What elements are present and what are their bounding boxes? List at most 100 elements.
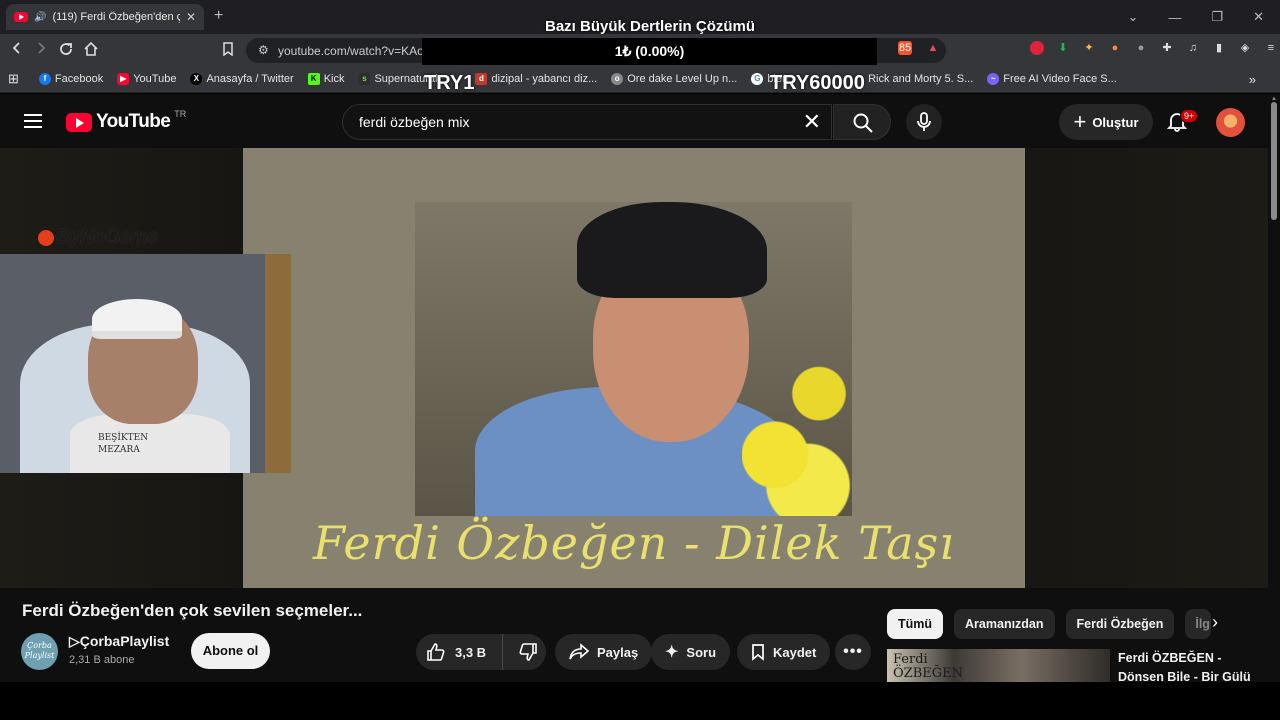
bookmark-icon (752, 644, 764, 661)
page-scrollbar[interactable]: ▲ (1268, 94, 1280, 682)
youtube-logo[interactable]: YouTube TR (66, 109, 187, 133)
ask-button[interactable]: ✦ Soru (651, 634, 731, 670)
level-up-icon: o (611, 73, 624, 85)
channel-name[interactable]: ▷ÇorbaPlaylist (69, 633, 169, 650)
more-bookmarks-icon[interactable]: » (1249, 72, 1256, 87)
like-count: 3,3 B (455, 644, 487, 660)
save-label: Kaydet (773, 644, 817, 660)
bookmark-label: Facebook (54, 73, 104, 85)
extension-download-icon[interactable]: ⬇ (1056, 41, 1070, 55)
goal-min-overlay: TRY1 (424, 72, 475, 94)
webcam-overlay: BEŞİKTEN MEZARA (0, 254, 291, 473)
youtube-header: YouTube TR ferdi özbeğen mix ✕ + Oluştur… (0, 94, 1268, 148)
ask-label: Soru (686, 644, 717, 660)
extension-rocket-icon[interactable]: ✦ (1082, 41, 1096, 55)
face-swap-icon: ~ (987, 73, 1000, 85)
brave-shield-area: 85 ▲ (898, 41, 940, 55)
extensions-puzzle-icon[interactable]: ✚ (1160, 41, 1174, 55)
youtube-wordmark: YouTube (96, 111, 171, 132)
menu-icon[interactable]: ≡ (1264, 41, 1278, 55)
bookmark-item[interactable]: ~ Free AI Video Face S... (987, 73, 1117, 85)
more-actions-button[interactable]: ••• (835, 634, 871, 670)
x-icon: X (190, 73, 203, 85)
bookmark-item[interactable]: Rick and Morty 5. S... (868, 73, 973, 85)
account-avatar[interactable] (1216, 108, 1245, 137)
dizipal-icon: d (475, 73, 488, 85)
goal-max-overlay: TRY60000 (770, 72, 865, 94)
site-info-icon[interactable]: ⚙ (258, 43, 269, 57)
bookmark-label: Anasayfa / Twitter (206, 73, 294, 85)
create-button[interactable]: + Oluştur (1059, 104, 1153, 140)
extension-orange-icon[interactable]: ● (1108, 41, 1122, 55)
related-chips: Tümü Aramanızdan Ferdi Özbeğen İlgili (887, 609, 1212, 639)
bookmark-label: YouTube (133, 73, 177, 85)
bookmark-item[interactable]: o Ore dake Level Up n... (611, 73, 737, 85)
brave-shield-icon[interactable]: 85 (898, 41, 912, 55)
address-text: youtube.com/watch?v=KAo (278, 43, 424, 58)
sidebar-icon[interactable]: ▮ (1212, 41, 1226, 55)
extensions-area: ⬇ ✦ ● ● ✚ ♫ ▮ ◈ ≡ (1030, 41, 1278, 55)
chip-related[interactable]: İlgili (1185, 609, 1212, 639)
scrollbar-thumb[interactable] (1271, 102, 1277, 220)
stream-title-overlay: Bazı Büyük Dertlerin Çözümü (544, 18, 756, 35)
video-caption-text: Ferdi Özbeğen - Dilek Taşı (313, 516, 955, 570)
extension-gray-icon[interactable]: ● (1134, 41, 1148, 55)
bookmark-label: Rick and Morty 5. S... (868, 73, 974, 85)
apps-grid-icon[interactable]: ⊞ (8, 71, 19, 87)
channel-avatar[interactable]: Çorba Playlist (21, 633, 58, 670)
region-code: TR (174, 109, 187, 119)
shirt-text: BEŞİKTEN MEZARA (98, 433, 149, 455)
thumbs-up-icon (427, 643, 445, 661)
bookmark-label: Free AI Video Face S... (1003, 73, 1117, 85)
bookmark-label: Kick (323, 73, 345, 85)
bynogame-logo-icon (38, 229, 54, 246)
search-button[interactable] (833, 104, 891, 140)
bookmark-item[interactable]: ▶ YouTube (117, 73, 176, 85)
bookmark-page-icon[interactable] (222, 42, 234, 61)
chip-ferdi-ozbegen[interactable]: Ferdi Özbeğen (1065, 609, 1175, 639)
chip-all[interactable]: Tümü (887, 609, 944, 639)
reload-button[interactable] (58, 41, 74, 61)
supernatural-icon: s (358, 73, 371, 85)
share-icon (569, 643, 589, 660)
clear-search-icon[interactable]: ✕ (803, 111, 821, 133)
recommended-thumbnail[interactable]: Ferdi ÖZBEĞEN (887, 649, 1110, 682)
plus-icon: + (1073, 109, 1087, 134)
chevron-right-icon[interactable]: › (1212, 612, 1218, 633)
brave-rewards-icon[interactable]: ▲ (926, 41, 940, 55)
bookmark-item[interactable]: K Kick (307, 73, 345, 85)
bookmark-label: dizipal - yabancı diz... (491, 73, 598, 85)
bynogame-watermark: ByNoGame (38, 226, 158, 249)
recommended-title[interactable]: Ferdi ÖZBEĞEN - Dönsen Bile - Bir Gülü (1118, 649, 1258, 687)
guide-menu-icon[interactable] (24, 114, 42, 128)
like-button[interactable]: 3,3 B (416, 634, 503, 670)
kick-icon: K (307, 73, 320, 85)
home-button[interactable] (83, 41, 99, 61)
vpn-icon[interactable]: ◈ (1238, 41, 1252, 55)
media-control-icon[interactable]: ♫ (1186, 41, 1200, 55)
back-button[interactable] (10, 41, 24, 59)
donation-progress-overlay: 1₺ (0.00%) (422, 38, 877, 65)
video-title: Ferdi Özbeğen'den çok sevilen seçmeler..… (22, 601, 363, 620)
search-icon (853, 113, 873, 133)
search-input[interactable]: ferdi özbeğen mix ✕ (342, 104, 832, 140)
youtube-icon: ▶ (117, 73, 130, 85)
notification-badge: 9+ (1180, 109, 1199, 123)
chip-from-search[interactable]: Aramanızdan (954, 609, 1055, 639)
voice-search-button[interactable] (906, 104, 942, 140)
youtube-play-icon (66, 112, 92, 132)
google-icon: G (751, 73, 764, 85)
bookmark-item[interactable]: d dizipal - yabancı diz... (475, 73, 597, 85)
watermark-text: ByNoGame (56, 226, 158, 248)
share-button[interactable]: Paylaş (555, 634, 653, 670)
extension-red-icon[interactable] (1030, 41, 1044, 55)
bookmark-item[interactable]: X Anasayfa / Twitter (190, 73, 294, 85)
thumbnail-text: Ferdi ÖZBEĞEN (893, 652, 963, 681)
save-button[interactable]: Kaydet (737, 634, 831, 670)
dislike-button[interactable] (511, 642, 546, 662)
subscribe-button[interactable]: Abone ol (191, 633, 270, 669)
bookmark-item[interactable]: f Facebook (38, 73, 104, 85)
microphone-icon (917, 112, 931, 131)
bookmarks-bar: ⊞ f Facebook ▶ YouTube X Anasayfa / Twit… (0, 66, 1280, 93)
forward-button[interactable] (34, 41, 48, 59)
